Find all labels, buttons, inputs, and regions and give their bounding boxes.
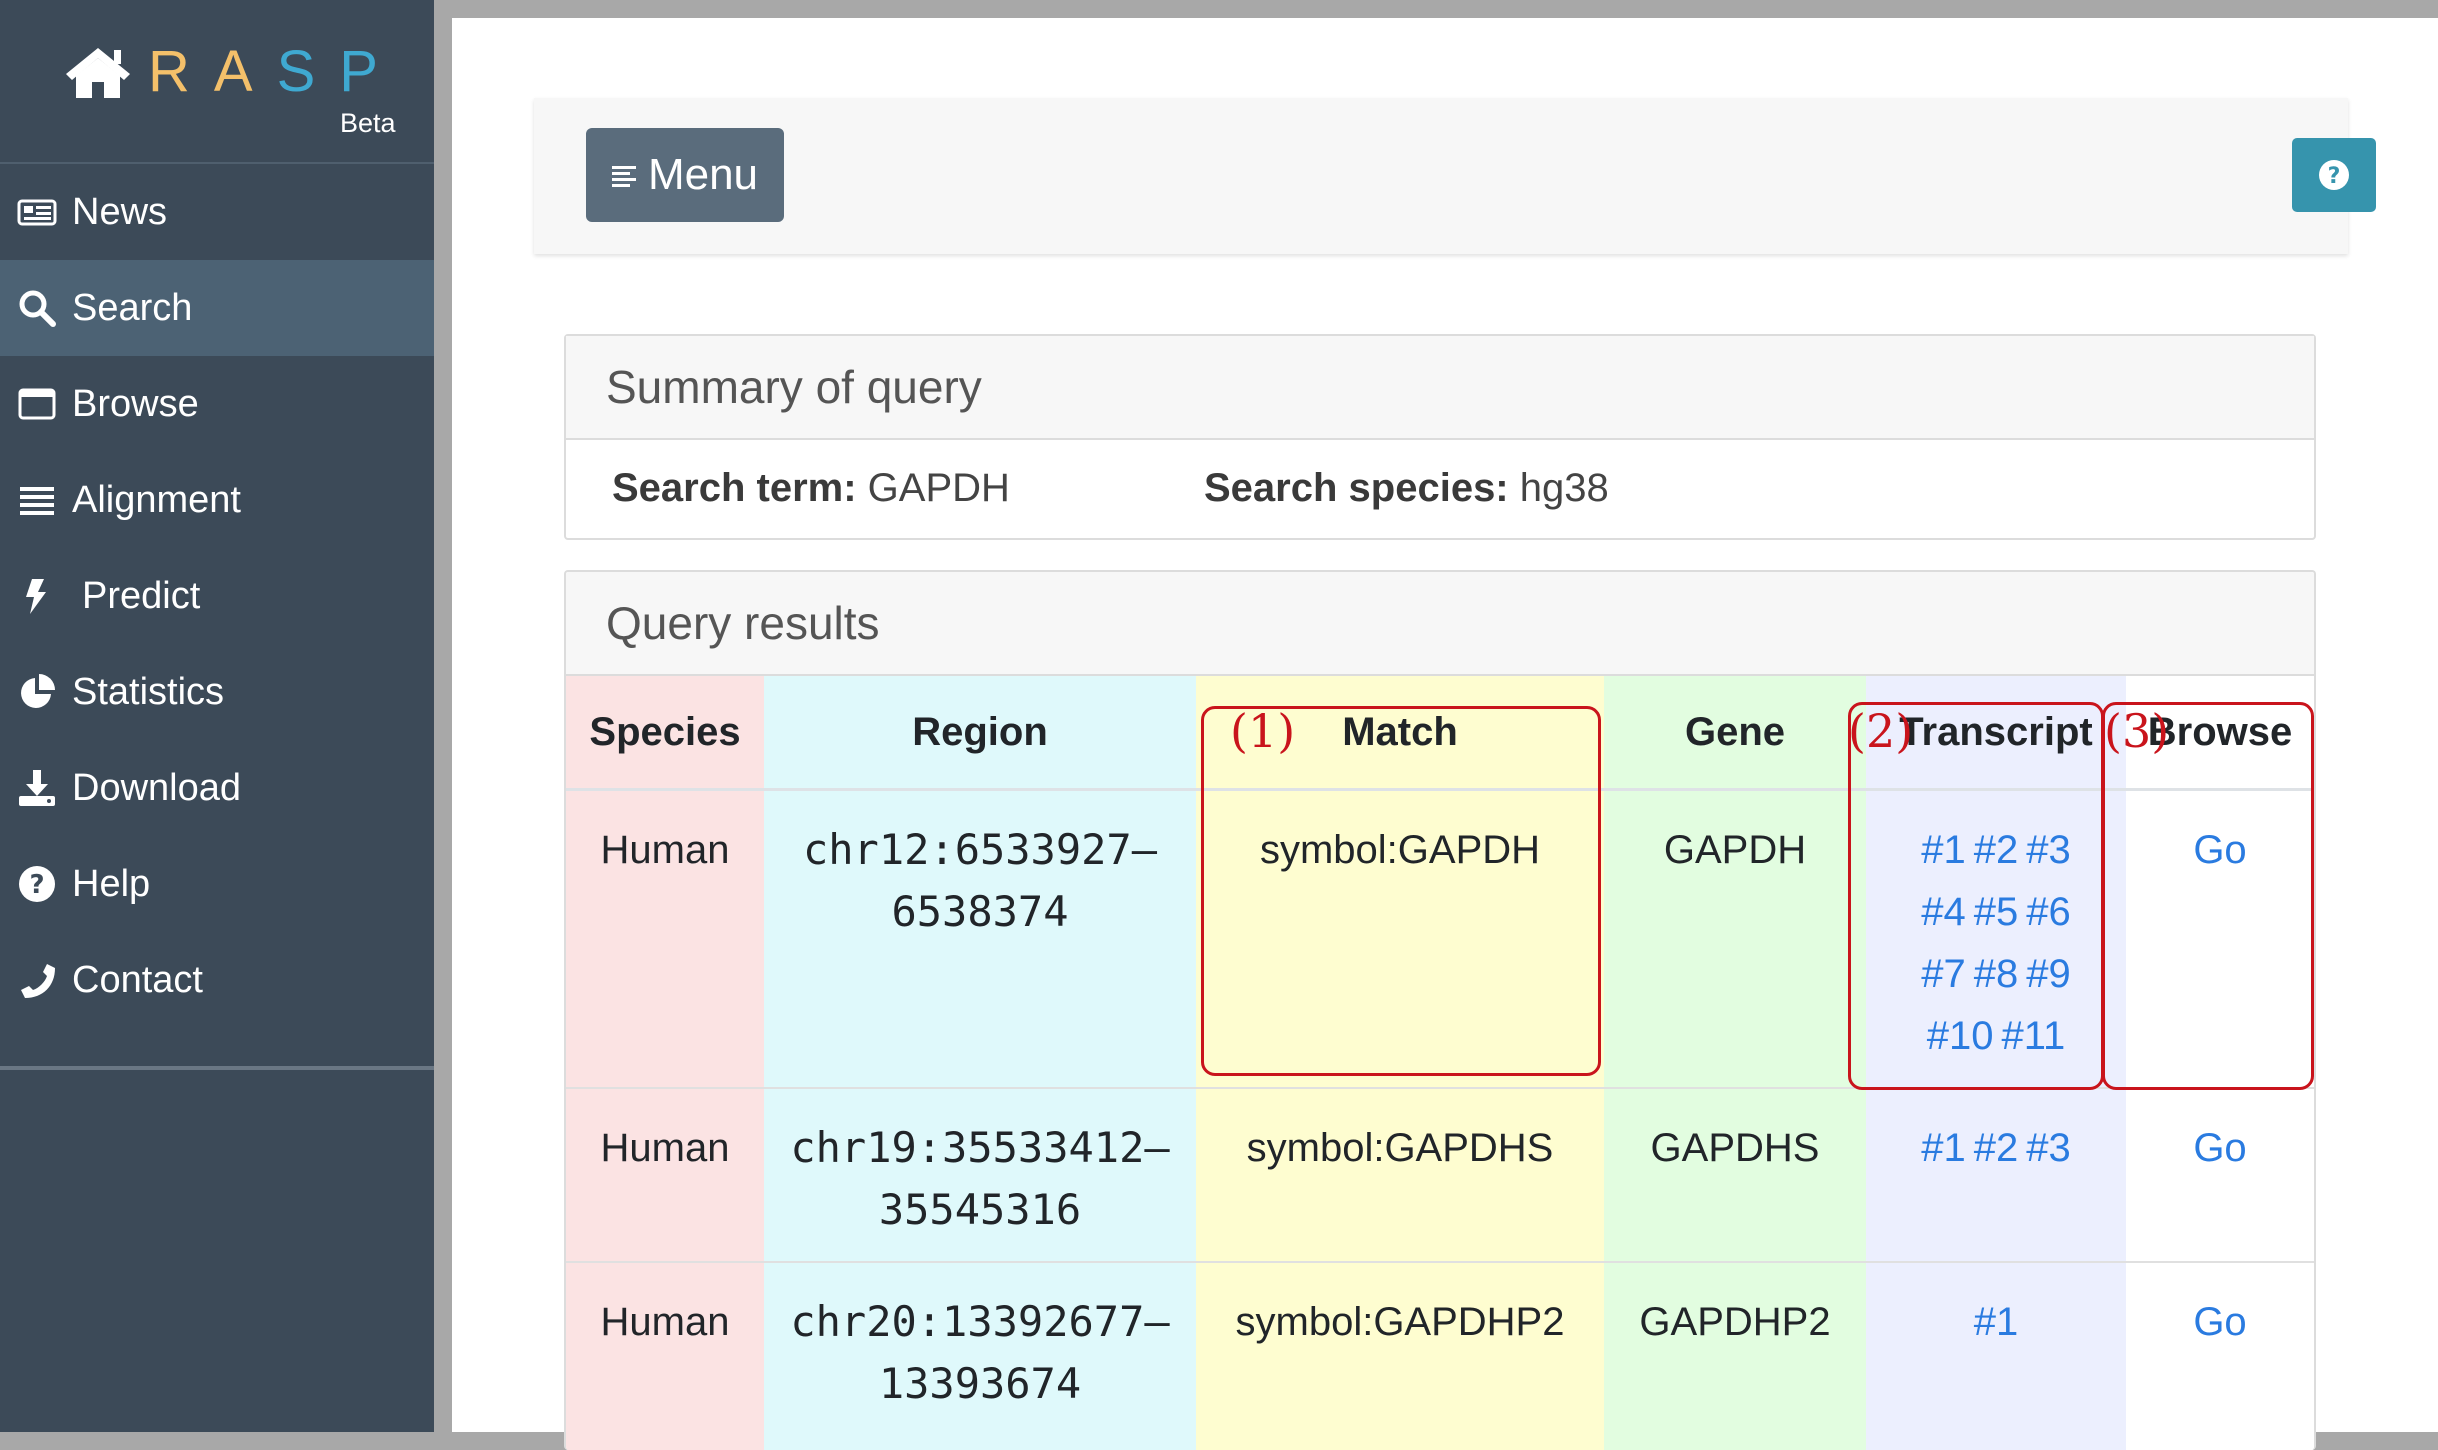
sidebar-item-download[interactable]: Download xyxy=(0,740,434,836)
main-content: Menu ? Summary of query Search term: GAP… xyxy=(452,18,2438,1432)
sidebar-item-search[interactable]: Search xyxy=(0,260,434,356)
sidebar-divider xyxy=(0,1066,434,1070)
logo-letter: S xyxy=(277,39,340,104)
region-end: 35545316 xyxy=(764,1179,1196,1241)
sidebar-item-contact[interactable]: Contact xyxy=(0,932,434,1028)
transcript-cell: #1 xyxy=(1866,1262,2126,1450)
sidebar-item-browse[interactable]: Browse xyxy=(0,356,434,452)
list-icon xyxy=(14,480,60,520)
region-start: chr19:35533412– xyxy=(764,1117,1196,1179)
column-header-region[interactable]: Region xyxy=(764,676,1196,790)
transcript-cell: #1#2#3 xyxy=(1866,1088,2126,1262)
gene-cell: GAPDHP2 xyxy=(1604,1262,1866,1450)
table-row: Human chr20:13392677–13393674 symbol:GAP… xyxy=(566,1262,2314,1450)
search-species-label: Search species: xyxy=(1204,466,1509,510)
logo-letter: P xyxy=(339,39,402,104)
window-icon xyxy=(14,384,60,424)
gene-cell: GAPDHS xyxy=(1604,1088,1866,1262)
logo-letter: A xyxy=(214,39,277,104)
summary-card: Summary of query Search term: GAPDH Sear… xyxy=(564,334,2316,540)
table-row: Human chr19:35533412–35545316 symbol:GAP… xyxy=(566,1088,2314,1262)
annotation-box-match xyxy=(1201,706,1601,1076)
summary-body: Search term: GAPDH Search species: hg38 xyxy=(566,440,2314,536)
match-cell: symbol:GAPDHP2 xyxy=(1196,1262,1604,1450)
search-term-value: GAPDH xyxy=(857,466,1010,510)
sidebar-item-help[interactable]: ? Help xyxy=(0,836,434,932)
column-header-species[interactable]: Species xyxy=(566,676,764,790)
sidebar-item-alignment[interactable]: Alignment xyxy=(0,452,434,548)
transcript-link[interactable]: #3 xyxy=(2026,1126,2071,1170)
download-icon xyxy=(14,768,60,808)
help-button[interactable]: ? xyxy=(2292,138,2376,212)
annotation-box-transcript xyxy=(1848,702,2104,1090)
column-header-gene[interactable]: Gene xyxy=(1604,676,1866,790)
browse-go-link[interactable]: Go xyxy=(2193,1300,2246,1344)
region-start: chr20:13392677– xyxy=(764,1291,1196,1353)
search-species-value: hg38 xyxy=(1509,466,1609,510)
sidebar-item-label: Browse xyxy=(72,383,199,426)
species-cell: Human xyxy=(566,1088,764,1262)
match-cell: symbol:GAPDHS xyxy=(1196,1088,1604,1262)
annotation-box-browse xyxy=(2102,702,2314,1090)
transcript-line: #1#2#3 xyxy=(1866,1117,2126,1179)
sidebar-item-label: Statistics xyxy=(72,671,224,714)
region-cell: chr20:13392677–13393674 xyxy=(764,1262,1196,1450)
sidebar-item-label: Alignment xyxy=(72,479,241,522)
sidebar-nav: News Search Browse Alignment Predict Sta… xyxy=(0,162,434,1028)
sidebar-item-label: Help xyxy=(72,863,150,906)
species-cell: Human xyxy=(566,1262,764,1450)
transcript-link[interactable]: #1 xyxy=(1974,1300,2019,1344)
sidebar-item-statistics[interactable]: Statistics xyxy=(0,644,434,740)
sidebar-item-label: News xyxy=(72,191,167,234)
sidebar-item-label: Contact xyxy=(72,959,203,1002)
region-end: 6538374 xyxy=(764,881,1196,943)
annotation-label-1: (1) xyxy=(1230,704,1295,758)
region-end: 13393674 xyxy=(764,1353,1196,1415)
sidebar-item-label: Predict xyxy=(82,575,200,618)
pie-chart-icon xyxy=(14,672,60,712)
region-cell: chr19:35533412–35545316 xyxy=(764,1088,1196,1262)
search-term-label: Search term: xyxy=(612,466,857,510)
logo-letter: R xyxy=(148,39,214,104)
newspaper-icon xyxy=(14,192,60,232)
browse-cell: Go xyxy=(2126,1088,2314,1262)
region-start: chr12:6533927– xyxy=(764,819,1196,881)
logo[interactable]: RASP xyxy=(64,38,402,105)
region-cell: chr12:6533927–6538374 xyxy=(764,790,1196,1088)
transcript-link[interactable]: #2 xyxy=(1974,1126,2019,1170)
browse-cell: Go xyxy=(2126,1262,2314,1450)
sidebar-item-label: Download xyxy=(72,767,241,810)
search-icon xyxy=(14,288,60,328)
annotation-label-2: (2) xyxy=(1848,704,1913,758)
logo-text: RASP xyxy=(148,38,402,105)
sidebar-item-label: Search xyxy=(72,287,192,330)
browse-go-link[interactable]: Go xyxy=(2193,1126,2246,1170)
bolt-icon xyxy=(14,576,60,616)
menu-icon xyxy=(612,160,642,190)
phone-icon xyxy=(14,960,60,1000)
results-title: Query results xyxy=(566,572,2314,676)
question-circle-icon: ? xyxy=(2317,158,2351,192)
svg-text:?: ? xyxy=(29,870,44,900)
transcript-line: #1 xyxy=(1866,1291,2126,1353)
menu-label: Menu xyxy=(648,150,758,200)
transcript-link[interactable]: #1 xyxy=(1921,1126,1966,1170)
species-cell: Human xyxy=(566,790,764,1088)
menu-button[interactable]: Menu xyxy=(586,128,784,222)
sidebar-item-predict[interactable]: Predict xyxy=(0,548,434,644)
gene-cell: GAPDH xyxy=(1604,790,1866,1088)
beta-label: Beta xyxy=(340,108,396,139)
search-species: Search species: hg38 xyxy=(1204,466,1609,511)
sidebar: RASP Beta News Search Browse Alignment P… xyxy=(0,0,434,1432)
annotation-label-3: (3) xyxy=(2104,704,2169,758)
sidebar-item-news[interactable]: News xyxy=(0,164,434,260)
question-circle-icon: ? xyxy=(14,864,60,904)
summary-title: Summary of query xyxy=(566,336,2314,440)
top-bar: Menu ? xyxy=(534,98,2348,254)
home-icon xyxy=(64,44,132,100)
svg-text:?: ? xyxy=(2328,164,2341,189)
search-term: Search term: GAPDH xyxy=(612,466,1010,511)
